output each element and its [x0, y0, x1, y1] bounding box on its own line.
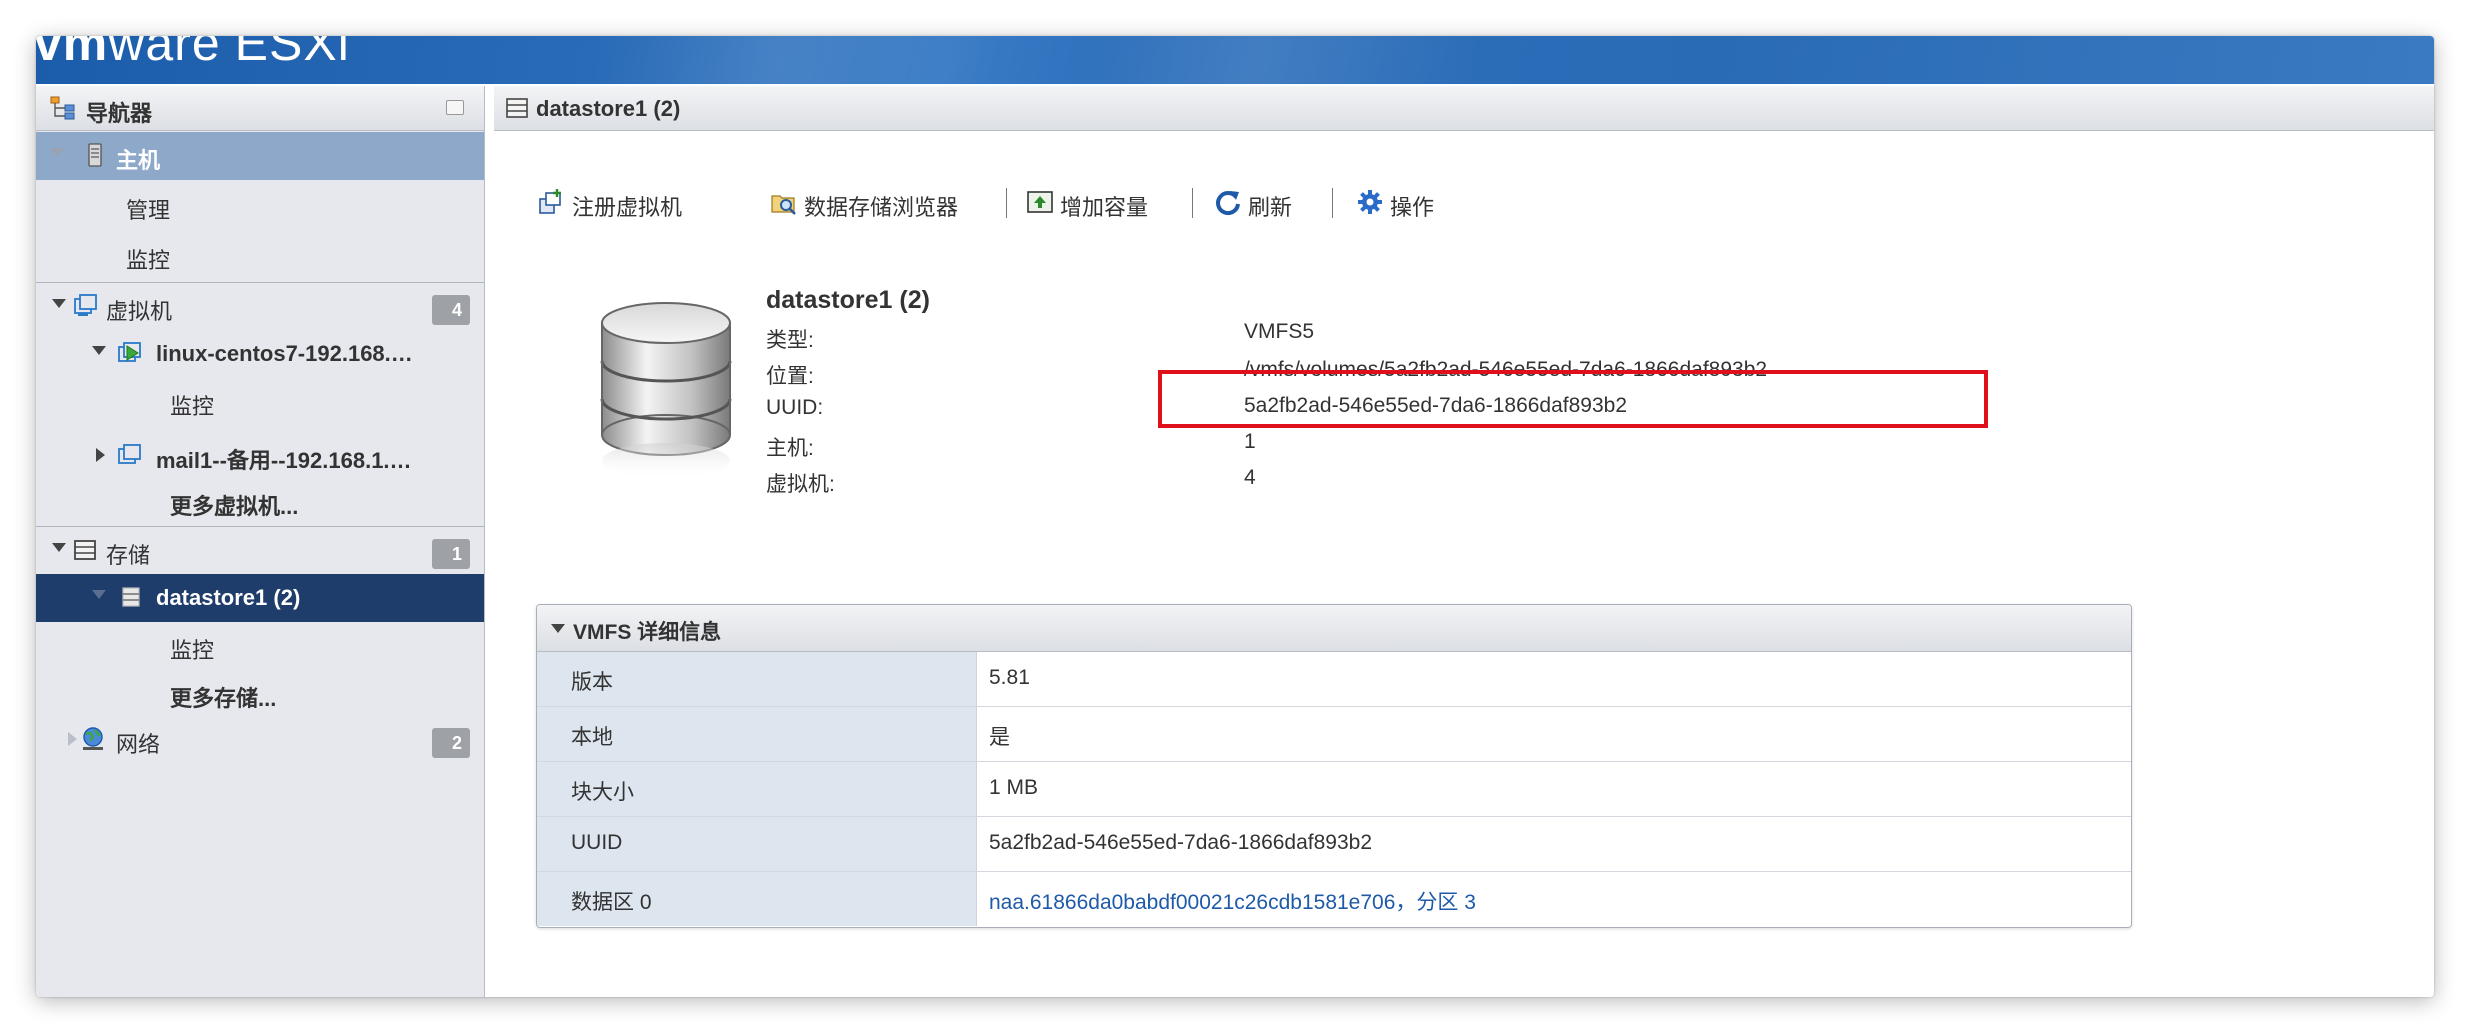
- nav-host-monitor[interactable]: 监控: [36, 232, 484, 280]
- esxi-window: vmware ESXi 导航器 主机 管理 监控 虚拟机 4 linux-cen…: [36, 36, 2434, 997]
- table-row: UUID 5a2fb2ad-546e55ed-7da6-1866daf893b2: [537, 817, 2131, 872]
- vmfs-details-header[interactable]: VMFS 详细信息: [537, 605, 2131, 652]
- toolbar-separator: [1332, 188, 1333, 218]
- navigator-header: 导航器: [36, 86, 484, 131]
- refresh-icon: [1216, 191, 1240, 216]
- collapsed-arrow-icon[interactable]: [68, 732, 77, 746]
- main-header: datastore1 (2): [494, 86, 2434, 131]
- nav-more-storage[interactable]: 更多存储...: [36, 670, 484, 718]
- summary-label-uuid: UUID:: [766, 396, 824, 419]
- table-row: 本地 是: [537, 707, 2131, 762]
- datastore-large-icon: [600, 302, 732, 479]
- summary-label-hosts: 主机:: [766, 437, 814, 460]
- nav-more-vms[interactable]: 更多虚拟机...: [36, 478, 484, 526]
- toolbar-separator: [1192, 188, 1193, 218]
- storage-icon: [74, 540, 96, 560]
- nav-storage[interactable]: 存储 1: [36, 526, 484, 574]
- summary-value-hosts: 1: [1244, 430, 1256, 453]
- table-row: 块大小 1 MB: [537, 762, 2131, 817]
- datastore-icon: [122, 587, 140, 607]
- nav-datastore-monitor[interactable]: 监控: [36, 622, 484, 670]
- collapse-arrow-icon[interactable]: [551, 624, 565, 633]
- summary-value-type: VMFS5: [1244, 320, 1315, 343]
- nav-host-manage[interactable]: 管理: [36, 182, 484, 230]
- collapsed-arrow-icon[interactable]: [96, 448, 105, 462]
- datastore-name: datastore1 (2): [766, 286, 930, 314]
- summary-value-vms: 4: [1244, 466, 1256, 489]
- vmware-esxi-logo: vmware ESXi: [36, 36, 350, 71]
- register-vm-button[interactable]: 注册虚拟机: [538, 186, 708, 220]
- refresh-button[interactable]: 刷新: [1214, 186, 1314, 220]
- network-count-badge: 2: [432, 728, 470, 758]
- summary-value-location: /vmfs/volumes/5a2fb2ad-546e55ed-7da6-186…: [1244, 358, 1768, 381]
- nav-datastore1[interactable]: datastore1 (2): [36, 574, 484, 622]
- expand-arrow-icon[interactable]: [52, 543, 66, 552]
- summary-label-vms: 虚拟机:: [766, 473, 835, 496]
- gear-icon: [1358, 190, 1382, 214]
- summary-label-location: 位置:: [766, 365, 814, 388]
- storage-count-badge: 1: [432, 539, 470, 569]
- nav-network[interactable]: 网络 2: [36, 716, 484, 764]
- table-row: 数据区 0 naa.61866da0babdf00021c26cdb1581e7…: [537, 872, 2131, 926]
- expand-arrow-icon[interactable]: [50, 148, 64, 157]
- increase-capacity-icon: [1027, 191, 1053, 213]
- vm-count-badge: 4: [432, 295, 470, 325]
- datastore-icon: [506, 98, 528, 118]
- nav-virtual-machines[interactable]: 虚拟机 4: [36, 282, 484, 330]
- toolbar-separator: [1006, 188, 1007, 218]
- main-panel: datastore1 (2) 注册虚拟机 数据存储浏览器 增加容量 刷新 操作 …: [494, 86, 2434, 997]
- increase-capacity-button[interactable]: 增加容量: [1026, 186, 1176, 220]
- vm-icon: [118, 444, 141, 464]
- datastore-browser-button[interactable]: 数据存储浏览器: [770, 186, 1000, 220]
- vm-powered-on-icon: [118, 342, 141, 362]
- summary-value-uuid: 5a2fb2ad-546e55ed-7da6-1866daf893b2: [1244, 394, 1628, 417]
- nav-vm-linux-monitor[interactable]: 监控: [36, 378, 484, 426]
- nav-vm-mail1[interactable]: mail1--备用--192.168.1.…: [36, 432, 484, 480]
- navigator-panel: 导航器 主机 管理 监控 虚拟机 4 linux-centos7-192.168…: [36, 86, 485, 997]
- nav-host[interactable]: 主机: [36, 132, 484, 180]
- extent-link[interactable]: naa.61866da0babdf00021c26cdb1581e706，分区 …: [989, 886, 1476, 916]
- vmfs-details-panel: VMFS 详细信息 版本 5.81 本地 是 块大小 1 MB UUID 5a2…: [536, 604, 2132, 928]
- nav-vm-linux-centos7[interactable]: linux-centos7-192.168.…: [36, 330, 484, 378]
- expand-arrow-icon[interactable]: [92, 346, 106, 355]
- vmware-banner: vmware ESXi: [36, 36, 2434, 84]
- expand-arrow-icon[interactable]: [52, 299, 66, 308]
- datastore-browser-icon: [771, 195, 796, 215]
- network-globe-icon: [83, 727, 103, 750]
- table-row: 版本 5.81: [537, 652, 2131, 707]
- collapse-navigator-button[interactable]: [446, 100, 464, 115]
- host-server-icon: [88, 143, 102, 167]
- summary-label-type: 类型:: [766, 329, 814, 352]
- navigator-tree-icon: [50, 96, 75, 120]
- actions-button[interactable]: 操作: [1356, 186, 1456, 220]
- expand-arrow-icon[interactable]: [92, 590, 106, 599]
- vm-icon: [74, 294, 97, 316]
- register-vm-icon: [539, 189, 561, 214]
